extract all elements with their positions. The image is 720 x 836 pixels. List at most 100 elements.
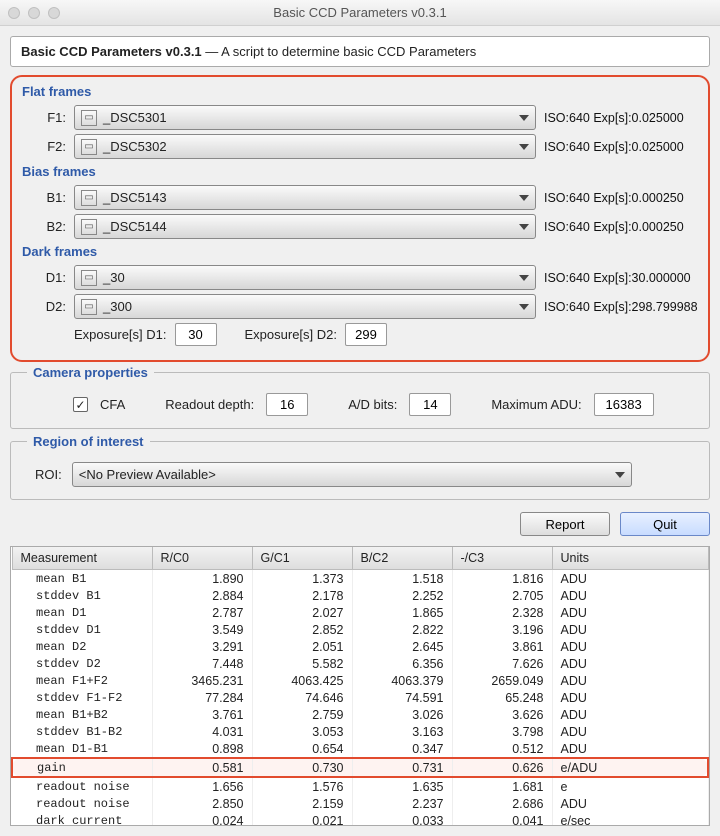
table-header[interactable]: Measurement [12,547,152,570]
camera-properties-legend: Camera properties [27,365,154,380]
measurement-cell: readout noise [12,777,152,795]
roi-dropdown[interactable]: <No Preview Available> [72,462,632,487]
table-row[interactable]: stddev F1-F277.28474.64674.59165.248ADU [12,689,708,706]
b2-dropdown[interactable]: ▭ _DSC5144 [74,214,536,239]
table-header[interactable]: -/C3 [452,547,552,570]
value-cell: 0.024 [152,812,252,826]
units-cell: ADU [552,621,708,638]
chevron-down-icon [519,304,529,310]
chevron-down-icon [615,472,625,478]
cfa-checkbox[interactable]: ✓ [73,397,88,412]
roi-label: ROI: [35,467,62,482]
value-cell: 3.291 [152,638,252,655]
value-cell: 0.033 [352,812,452,826]
chevron-down-icon [519,144,529,150]
value-cell: 1.576 [252,777,352,795]
value-cell: 1.865 [352,604,452,621]
value-cell: 2.884 [152,587,252,604]
table-row[interactable]: gain0.5810.7300.7310.626e/ADU [12,758,708,777]
d2-meta: ISO:640 Exp[s]:298.799988 [544,300,704,314]
quit-button[interactable]: Quit [620,512,710,536]
table-row[interactable]: mean B11.8901.3731.5181.816ADU [12,570,708,588]
table-row[interactable]: stddev B1-B24.0313.0533.1633.798ADU [12,723,708,740]
table-row[interactable]: readout noise1.6561.5761.6351.681e [12,777,708,795]
table-row[interactable]: mean B1+B23.7612.7593.0263.626ADU [12,706,708,723]
b1-meta: ISO:640 Exp[s]:0.000250 [544,191,704,205]
value-cell: 1.681 [452,777,552,795]
table-row[interactable]: readout noise2.8502.1592.2372.686ADU [12,795,708,812]
exposure-d2-label: Exposure[s] D2: [245,327,338,342]
titlebar: Basic CCD Parameters v0.3.1 [0,0,720,26]
exposure-d1-input[interactable] [175,323,217,346]
ad-bits-label: A/D bits: [348,397,397,412]
table-row[interactable]: dark current0.0240.0210.0330.041e/sec [12,812,708,826]
d1-dropdown[interactable]: ▭ _30 [74,265,536,290]
report-button[interactable]: Report [520,512,610,536]
units-cell: ADU [552,795,708,812]
exposure-d2-input[interactable] [345,323,387,346]
chevron-down-icon [519,275,529,281]
f2-meta: ISO:640 Exp[s]:0.025000 [544,140,704,154]
value-cell: 2.027 [252,604,352,621]
table-row[interactable]: stddev B12.8842.1782.2522.705ADU [12,587,708,604]
ad-bits-input[interactable] [409,393,451,416]
value-cell: 0.626 [452,758,552,777]
units-cell: e/ADU [552,758,708,777]
measurement-cell: dark current [12,812,152,826]
value-cell: 3.163 [352,723,452,740]
value-cell: 4063.379 [352,672,452,689]
value-cell: 2.759 [252,706,352,723]
table-row[interactable]: stddev D13.5492.8522.8223.196ADU [12,621,708,638]
value-cell: 4063.425 [252,672,352,689]
exposure-d1-label: Exposure[s] D1: [74,327,167,342]
value-cell: 3.196 [452,621,552,638]
f2-dropdown[interactable]: ▭ _DSC5302 [74,134,536,159]
header-desc: — A script to determine basic CCD Parame… [202,44,477,59]
table-header[interactable]: R/C0 [152,547,252,570]
table-header[interactable]: Units [552,547,708,570]
value-cell: 74.646 [252,689,352,706]
readout-depth-input[interactable] [266,393,308,416]
table-row[interactable]: stddev D27.4485.5826.3567.626ADU [12,655,708,672]
f2-value: _DSC5302 [103,139,167,154]
value-cell: 2.705 [452,587,552,604]
chevron-down-icon [519,224,529,230]
d2-dropdown[interactable]: ▭ _300 [74,294,536,319]
f1-dropdown[interactable]: ▭ _DSC5301 [74,105,536,130]
table-header[interactable]: G/C1 [252,547,352,570]
b2-label: B2: [16,219,66,234]
value-cell: 77.284 [152,689,252,706]
measurement-cell: gain [12,758,152,777]
value-cell: 2.852 [252,621,352,638]
value-cell: 2.645 [352,638,452,655]
table-header[interactable]: B/C2 [352,547,452,570]
value-cell: 3.053 [252,723,352,740]
units-cell: ADU [552,604,708,621]
f2-label: F2: [16,139,66,154]
bias-frames-group: Bias frames B1: ▭ _DSC5143 ISO:640 Exp[s… [12,167,708,247]
d1-value: _30 [103,270,125,285]
value-cell: 0.654 [252,740,352,758]
measurement-cell: mean D1-B1 [12,740,152,758]
table-row[interactable]: mean F1+F23465.2314063.4254063.3792659.0… [12,672,708,689]
max-adu-input[interactable] [594,393,654,416]
measurement-cell: stddev F1-F2 [12,689,152,706]
b1-dropdown[interactable]: ▭ _DSC5143 [74,185,536,210]
value-cell: 0.512 [452,740,552,758]
value-cell: 2.252 [352,587,452,604]
value-cell: 3465.231 [152,672,252,689]
value-cell: 65.248 [452,689,552,706]
units-cell: ADU [552,723,708,740]
table-row[interactable]: mean D12.7872.0271.8652.328ADU [12,604,708,621]
d2-label: D2: [16,299,66,314]
table-row[interactable]: mean D1-B10.8980.6540.3470.512ADU [12,740,708,758]
image-icon: ▭ [81,190,97,206]
b1-value: _DSC5143 [103,190,167,205]
flat-frames-group: Flat frames F1: ▭ _DSC5301 ISO:640 Exp[s… [12,87,708,167]
bias-frames-legend: Bias frames [16,164,102,179]
table-row[interactable]: mean D23.2912.0512.6453.861ADU [12,638,708,655]
value-cell: 0.041 [452,812,552,826]
value-cell: 3.626 [452,706,552,723]
value-cell: 3.549 [152,621,252,638]
results-table[interactable]: MeasurementR/C0G/C1B/C2-/C3Units mean B1… [10,546,710,826]
